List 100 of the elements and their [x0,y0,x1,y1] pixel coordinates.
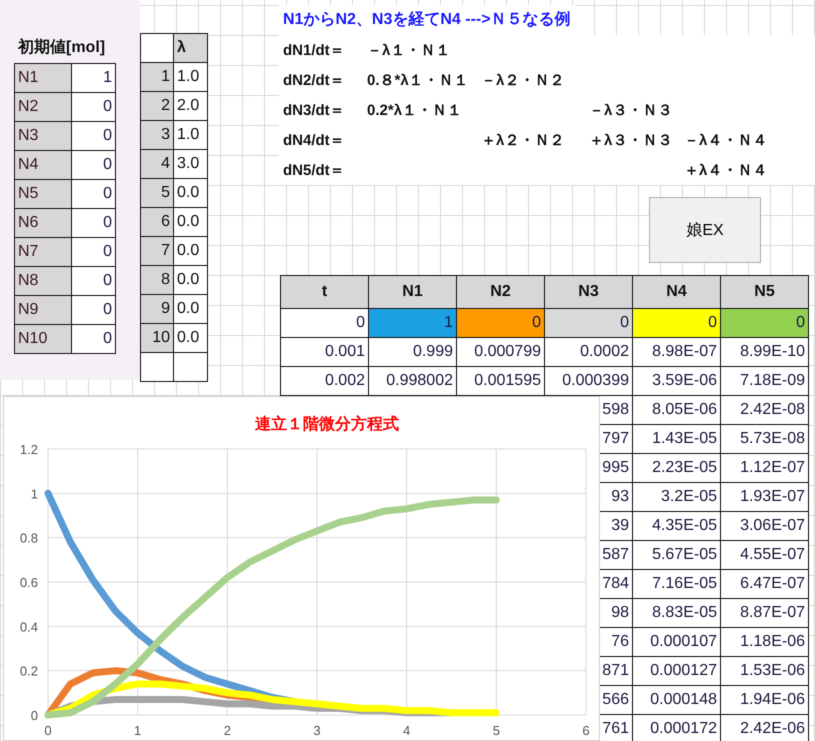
axis-label: 5 [492,723,500,738]
table-cell: 3.59E-06 [632,366,720,396]
column-header: N5 [720,276,808,308]
table-cell: 0 [632,308,720,338]
formula-term: －λ１・Ｎ１ [366,40,452,60]
table-cell: 8.98E-07 [632,338,720,366]
table-cell: 2.23E-05 [632,454,720,482]
table-cell: 0 [280,308,368,338]
table-cell: 3.2E-05 [632,482,720,512]
table-cell: 3.06E-07 [720,512,808,540]
table-cell: 0.0 [174,324,208,352]
table-cell: 0 [72,266,116,296]
table-cell: 5.67E-05 [632,540,720,570]
axis-label: 0.2 [20,664,38,679]
axis-label: 0 [44,723,52,738]
table-cell: 6.47E-07 [720,570,808,598]
formula-term: ＋λ４・Ｎ４ [683,160,768,180]
formula-term: ＋λ２・Ｎ２ [480,130,566,150]
table-cell: 4.55E-07 [720,540,808,570]
formula-term: 0.８*λ１・Ｎ１ [366,70,470,90]
table-cell: 1.93E-07 [720,482,808,512]
table-cell: 8.83E-05 [632,598,720,628]
table-cell: 7.16E-05 [632,570,720,598]
formula-term: ＋λ３・Ｎ３ [588,130,674,150]
table-cell: 0 [72,150,116,180]
axis-label: 1 [30,486,38,502]
table-cell: 1.43E-05 [632,424,720,454]
formula-text: dN4/dt＝ [282,130,346,150]
row-label: N6 [14,208,72,238]
formula-text: dN1/dt＝ [282,40,346,60]
macro-button[interactable]: 娘EX [649,197,761,263]
table-cell: 0.0 [174,294,208,324]
row-label: N4 [14,150,72,180]
table-cell: 0.0 [174,266,208,294]
table-cell: 0 [544,308,632,338]
table-cell: 0.0 [174,208,208,236]
table-cell: 8.87E-07 [720,598,808,628]
table-cell: 0 [72,238,116,266]
table-cell: 5.73E-08 [720,424,808,454]
formula-term: －λ３・Ｎ３ [588,100,674,120]
row-label: N3 [14,122,72,150]
table-cell: 2.42E-08 [720,396,808,424]
chart-title: 連立１階微分方程式 [255,416,399,433]
table-cell: 0 [456,308,544,338]
row-label: 10 [140,324,174,352]
column-header: N3 [544,276,632,308]
table-cell: 1.94E-06 [720,686,808,714]
row-label: 7 [140,236,174,266]
table-cell: 0 [72,324,116,354]
table-cell: 1.0 [174,62,208,92]
row-label: 9 [140,294,174,324]
axis-label: 3 [313,723,321,738]
axis-label: 0.4 [20,619,38,634]
axis-label: 0.6 [20,575,38,590]
column-header: N4 [632,276,720,308]
table-cell: 0 [72,208,116,238]
row-label: N1 [14,64,72,92]
axis-label: 1 [134,723,142,738]
formula-term: －λ４・Ｎ４ [683,130,768,150]
table-cell: 0.000148 [632,686,720,714]
axis-label: 2 [224,723,231,738]
row-label: N10 [14,324,72,354]
table-cell: 0 [72,92,116,122]
column-header: λ [174,34,208,62]
table-cell: 0.000799 [456,338,544,366]
table-cell: 8.99E-10 [720,338,808,366]
axis-label: 4 [403,723,410,738]
row-label: 2 [140,92,174,120]
heading: N1からN2、N3を経てN4 --->Ｎ５なる例 [279,5,575,35]
table-title: 初期値[mol] [16,37,106,58]
table-cell: 1 [72,64,116,92]
formula-term: －λ２・Ｎ２ [480,70,566,90]
formula-term: 0.2*λ１・Ｎ１ [366,100,464,120]
axis-label: 0.8 [20,530,38,546]
table-cell: 2.0 [174,92,208,120]
row-label: 8 [140,266,174,294]
row-label: N7 [14,238,72,266]
formula-text: dN3/dt＝ [282,100,346,120]
row-label: 3 [140,120,174,150]
row-label: N8 [14,266,72,296]
table-cell: 0.0 [174,178,208,208]
table-cell: 0 [72,180,116,208]
row-label: 1 [140,62,174,92]
formula-text: dN2/dt＝ [282,70,346,90]
row-label: N2 [14,92,72,122]
row-label: 5 [140,178,174,208]
table-cell: 0 [72,296,116,324]
column-header: N2 [456,276,544,308]
table-cell: 0.001 [280,338,368,366]
table-cell: 0.0 [174,236,208,266]
table-cell: 0.000107 [632,628,720,656]
table-cell: 0 [72,122,116,150]
table-cell: 1.12E-07 [720,454,808,482]
table-cell: 3.0 [174,150,208,178]
row-label: 6 [140,208,174,236]
row-label: N9 [14,296,72,324]
table-cell: 8.05E-06 [632,396,720,424]
table-cell: 0 [720,308,808,338]
axis-label: 6 [582,723,590,738]
column-header: N1 [368,276,456,308]
